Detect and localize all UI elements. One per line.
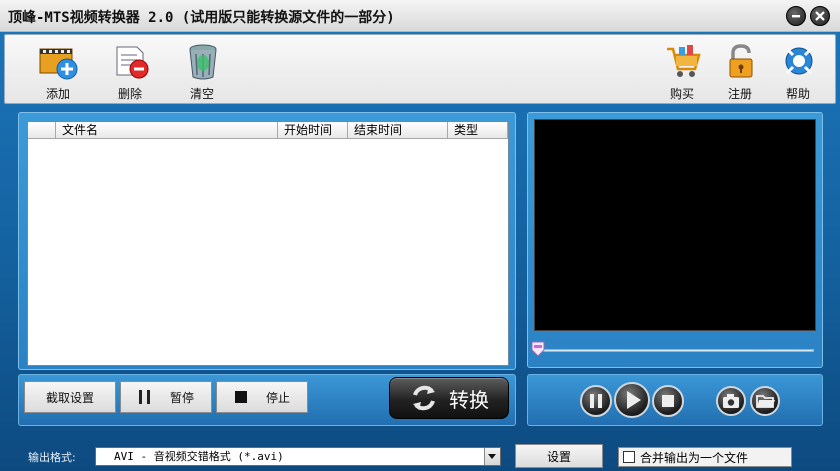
help-icon (785, 47, 813, 75)
pause-button[interactable]: 暂停 (120, 381, 212, 413)
trash-bin-icon (189, 44, 217, 80)
add-button[interactable]: 添加 (31, 41, 85, 101)
minimize-button[interactable] (786, 6, 806, 26)
output-settings-label: 设置 (546, 449, 571, 464)
pause-icon (590, 394, 602, 408)
refresh-icon (413, 385, 435, 411)
column-check[interactable] (28, 122, 56, 139)
crop-settings-button[interactable]: 截取设置 (24, 381, 116, 413)
stop-button[interactable]: 停止 (216, 381, 308, 413)
column-type[interactable]: 类型 (448, 122, 508, 139)
buy-label: 购买 (669, 87, 694, 101)
snapshot-button[interactable] (716, 386, 746, 416)
output-format-value: AVI - 音视频交错格式 (*.avi) (114, 450, 284, 463)
close-button[interactable] (810, 6, 830, 26)
stop-icon (234, 391, 247, 403)
add-label: 添加 (45, 87, 70, 101)
help-label: 帮助 (785, 87, 810, 101)
clear-label: 清空 (189, 87, 214, 101)
output-settings-button[interactable]: 设置 (515, 444, 603, 468)
video-preview-screen (534, 119, 816, 331)
shopping-cart-icon (667, 45, 701, 77)
file-list-panel: 文件名 开始时间 结束时间 类型 (18, 112, 516, 370)
minimize-icon (792, 15, 800, 18)
stop-icon (662, 395, 674, 407)
column-end-time[interactable]: 结束时间 (348, 122, 448, 139)
app-window: 顶峰-MTS视频转换器 2.0 (试用版只能转换源文件的一部分) 添加 删除 清… (0, 0, 840, 471)
buy-button[interactable]: 购买 (655, 41, 709, 101)
merge-checkbox-box[interactable] (623, 451, 635, 463)
register-label: 注册 (727, 87, 752, 101)
title-bar[interactable]: 顶峰-MTS视频转换器 2.0 (试用版只能转换源文件的一部分) (0, 0, 840, 32)
file-list-header: 文件名 开始时间 结束时间 类型 (28, 122, 508, 139)
open-folder-button[interactable] (750, 386, 780, 416)
crop-settings-label: 截取设置 (45, 390, 94, 405)
dropdown-arrow[interactable] (484, 448, 500, 465)
convert-label: 转换 (449, 387, 489, 412)
output-format-select[interactable]: AVI - 音视频交错格式 (*.avi) (95, 447, 501, 466)
toolbar: 添加 删除 清空 购买 注册 帮助 (4, 34, 836, 104)
pause-label: 暂停 (169, 390, 194, 405)
delete-label: 删除 (117, 87, 142, 101)
seek-slider[interactable] (536, 349, 814, 352)
add-video-icon (39, 48, 78, 80)
column-start-time[interactable]: 开始时间 (278, 122, 348, 139)
help-button[interactable]: 帮助 (771, 41, 825, 101)
play-icon (627, 391, 641, 409)
folder-icon (756, 395, 775, 408)
conversion-controls: 截取设置 暂停 停止 转换 (18, 374, 516, 426)
register-button[interactable]: 注册 (713, 41, 767, 101)
merge-output-label: 合并输出为一个文件 (640, 450, 749, 465)
file-list[interactable]: 文件名 开始时间 结束时间 类型 (27, 121, 509, 366)
delete-file-icon (116, 46, 149, 79)
player-pause-button[interactable] (580, 385, 612, 417)
output-format-label: 输出格式: (28, 451, 76, 464)
player-play-button[interactable] (614, 382, 650, 418)
close-icon (815, 11, 825, 21)
seek-thumb-icon[interactable] (531, 341, 545, 357)
stop-label: 停止 (265, 390, 290, 405)
player-stop-button[interactable] (652, 385, 684, 417)
merge-output-checkbox[interactable]: 合并输出为一个文件 (618, 447, 792, 467)
camera-icon (723, 394, 739, 408)
window-title: 顶峰-MTS视频转换器 2.0 (试用版只能转换源文件的一部分) (8, 10, 395, 26)
column-filename[interactable]: 文件名 (56, 122, 278, 139)
chevron-down-icon (488, 454, 496, 459)
pause-icon (138, 390, 150, 404)
player-controls (527, 374, 823, 426)
clear-button[interactable]: 清空 (175, 41, 229, 101)
delete-button[interactable]: 删除 (103, 41, 157, 101)
convert-button[interactable]: 转换 (389, 377, 509, 419)
preview-panel (527, 112, 823, 368)
lock-icon (729, 44, 753, 78)
